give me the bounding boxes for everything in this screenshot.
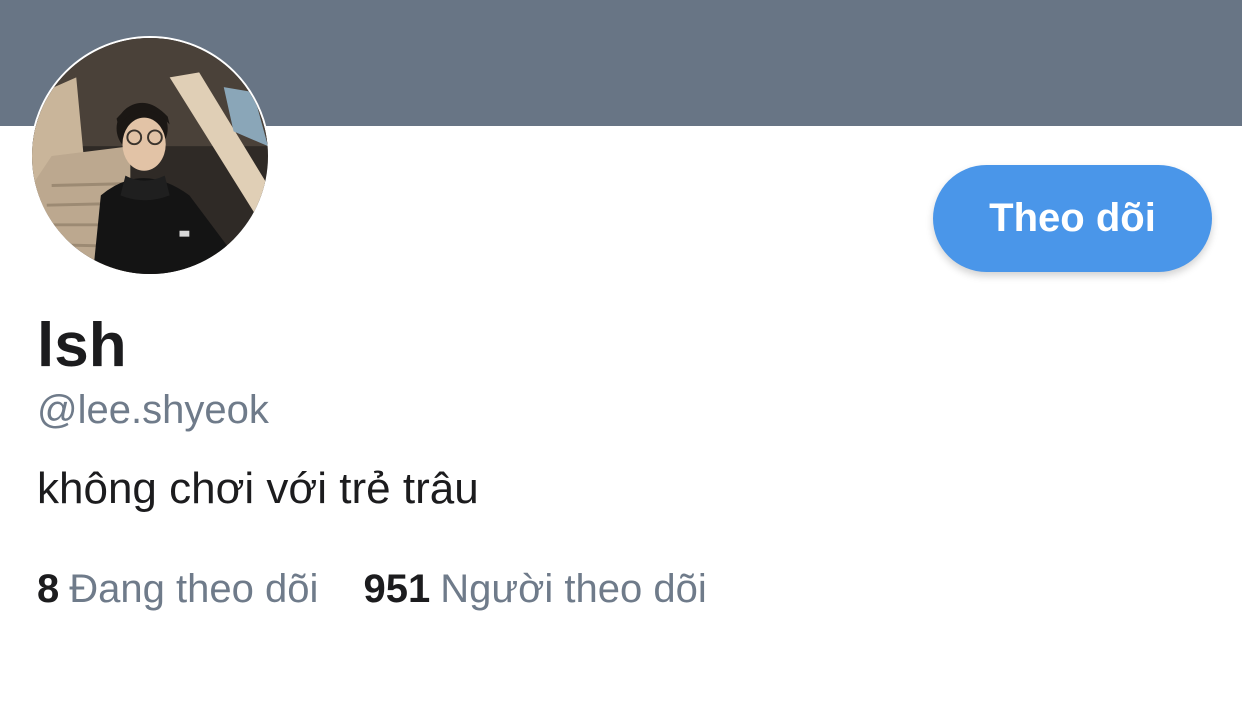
display-name: lsh xyxy=(37,311,127,380)
following-stat[interactable]: 8 Đang theo dõi xyxy=(37,565,318,613)
profile-bio: không chơi với trẻ trâu xyxy=(37,464,479,513)
follow-button[interactable]: Theo dõi xyxy=(933,165,1212,272)
following-label: Đang theo dõi xyxy=(69,567,319,611)
avatar-photo xyxy=(32,38,268,274)
followers-count: 951 xyxy=(363,567,431,611)
username-handle: @lee.shyeok xyxy=(37,388,269,432)
following-count: 8 xyxy=(37,567,60,611)
follow-stats: 8 Đang theo dõi 951 Người theo dõi xyxy=(37,565,741,613)
avatar[interactable] xyxy=(30,36,270,276)
followers-label: Người theo dõi xyxy=(440,567,707,611)
profile-page: Theo dõi lsh @lee.shyeok không chơi với … xyxy=(0,0,1242,703)
followers-stat[interactable]: 951 Người theo dõi xyxy=(363,565,706,613)
